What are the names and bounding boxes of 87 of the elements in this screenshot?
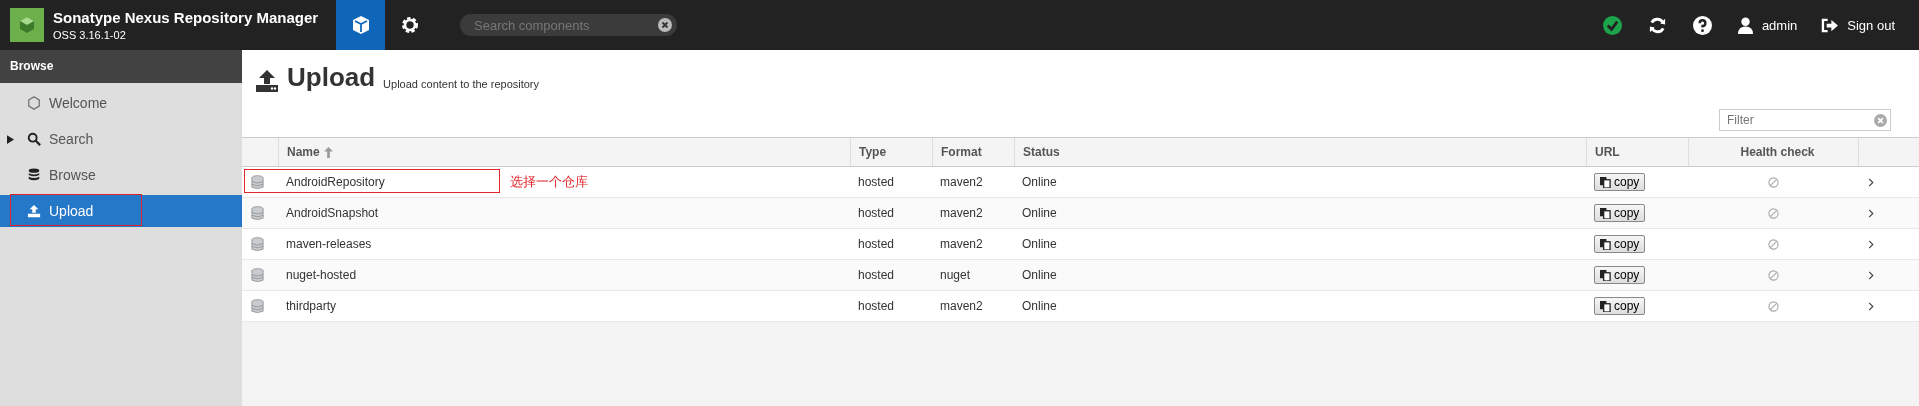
copy-icon	[1600, 238, 1611, 250]
column-header[interactable]: URL	[1586, 138, 1688, 166]
copy-icon	[1600, 207, 1611, 219]
settings-icon	[399, 15, 420, 35]
sign-out-icon	[1821, 17, 1839, 33]
disabled-icon	[1767, 269, 1779, 281]
table-row[interactable]: thirdparty hosted maven2 Online copy	[242, 291, 1919, 322]
disabled-icon	[1767, 300, 1779, 312]
version-label: OSS 3.16.1-02	[53, 29, 127, 41]
clear-icon[interactable]	[658, 18, 672, 32]
search-input[interactable]: Search components	[472, 16, 658, 34]
copy-icon	[1600, 269, 1611, 281]
table-cell: hosted	[858, 206, 895, 220]
hexagon-icon	[27, 96, 41, 110]
table-cell: Online	[1022, 206, 1057, 220]
sign-out-button[interactable]: Sign out	[1821, 17, 1895, 33]
table-row[interactable]: nuget-hosted hosted nuget Online copy	[242, 260, 1919, 291]
logo-icon	[10, 8, 44, 42]
table-cell: Online	[1022, 299, 1057, 313]
copy-button[interactable]: copy	[1594, 173, 1646, 191]
database-icon	[250, 236, 265, 252]
table-cell: maven2	[940, 175, 983, 189]
disabled-icon	[1767, 238, 1779, 250]
copy-button[interactable]: copy	[1594, 235, 1646, 253]
help-icon[interactable]	[1692, 15, 1712, 35]
refresh-icon[interactable]	[1647, 15, 1667, 35]
table-cell: maven2	[940, 299, 983, 313]
column-header[interactable]: Type	[850, 138, 932, 166]
table-cell: Online	[1022, 175, 1057, 189]
table-row[interactable]: maven-releases hosted maven2 Online copy	[242, 229, 1919, 260]
sidebar-item[interactable]: Upload	[0, 195, 242, 227]
table-cell: maven2	[940, 206, 983, 220]
database-icon	[250, 267, 265, 283]
browse-mode-button[interactable]	[336, 0, 385, 50]
upload-icon	[27, 204, 41, 218]
database-icon	[250, 298, 265, 314]
table-cell-text: nuget-hosted	[286, 268, 358, 282]
sidebar-title: Browse	[0, 50, 242, 83]
table-cell-text: AndroidSnapshot	[286, 206, 380, 220]
cube-icon	[350, 15, 371, 35]
column-header[interactable]: Format	[932, 138, 1014, 166]
search-icon	[27, 132, 41, 146]
disabled-icon	[1767, 176, 1779, 188]
expand-icon[interactable]	[7, 134, 14, 144]
app-title: Sonatype Nexus Repository Manager	[53, 9, 319, 26]
sidebar-item[interactable]: Browse	[0, 159, 242, 191]
database-icon	[250, 174, 265, 190]
copy-button[interactable]: copy	[1594, 266, 1646, 284]
table-cell: hosted	[858, 299, 895, 313]
filter-field[interactable]: Filter	[1719, 109, 1891, 131]
sidebar-item[interactable]: Welcome	[0, 87, 242, 119]
database-icon	[250, 205, 265, 221]
chevron-right-icon[interactable]	[1868, 270, 1874, 280]
chevron-right-icon[interactable]	[1868, 301, 1874, 311]
table-cell: hosted	[858, 175, 895, 189]
table-cell-text: thirdparty	[286, 299, 338, 313]
page-title: Upload	[287, 62, 376, 93]
copy-button[interactable]: copy	[1594, 297, 1646, 315]
table-cell: maven2	[940, 237, 983, 251]
disabled-icon	[1767, 207, 1779, 219]
database-icon	[27, 168, 41, 182]
user-button[interactable]: admin	[1737, 16, 1798, 34]
user-icon	[1737, 16, 1753, 34]
chevron-right-icon[interactable]	[1868, 239, 1874, 249]
copy-button[interactable]: copy	[1594, 204, 1646, 222]
table-row[interactable]: AndroidRepository 选择一个仓库 hosted maven2 Online copy	[242, 167, 1919, 198]
table-cell: Online	[1022, 237, 1057, 251]
table-cell-text: AndroidRepository	[286, 175, 386, 189]
column-header[interactable]: Name	[278, 138, 850, 166]
sort-up-icon[interactable]	[323, 146, 333, 158]
chevron-right-icon[interactable]	[1868, 177, 1874, 187]
column-header[interactable]: Health check	[1688, 138, 1858, 166]
table-cell: hosted	[858, 268, 895, 282]
table-row[interactable]: AndroidSnapshot hosted maven2 Online copy	[242, 198, 1919, 229]
status-check-icon[interactable]	[1602, 15, 1622, 35]
copy-icon	[1600, 300, 1611, 312]
annotation-text: 选择一个仓库	[510, 173, 588, 191]
page-subtitle: Upload content to the repository	[383, 78, 540, 92]
search-field[interactable]: Search components	[460, 14, 677, 36]
column-header[interactable]: Status	[1014, 138, 1586, 166]
sidebar-item[interactable]: Search	[0, 123, 242, 155]
table-cell: hosted	[858, 237, 895, 251]
copy-icon	[1600, 176, 1611, 188]
table-cell: nuget	[940, 268, 971, 282]
table-cell-text: maven-releases	[286, 237, 373, 251]
table-cell: Online	[1022, 268, 1057, 282]
chevron-right-icon[interactable]	[1868, 208, 1874, 218]
